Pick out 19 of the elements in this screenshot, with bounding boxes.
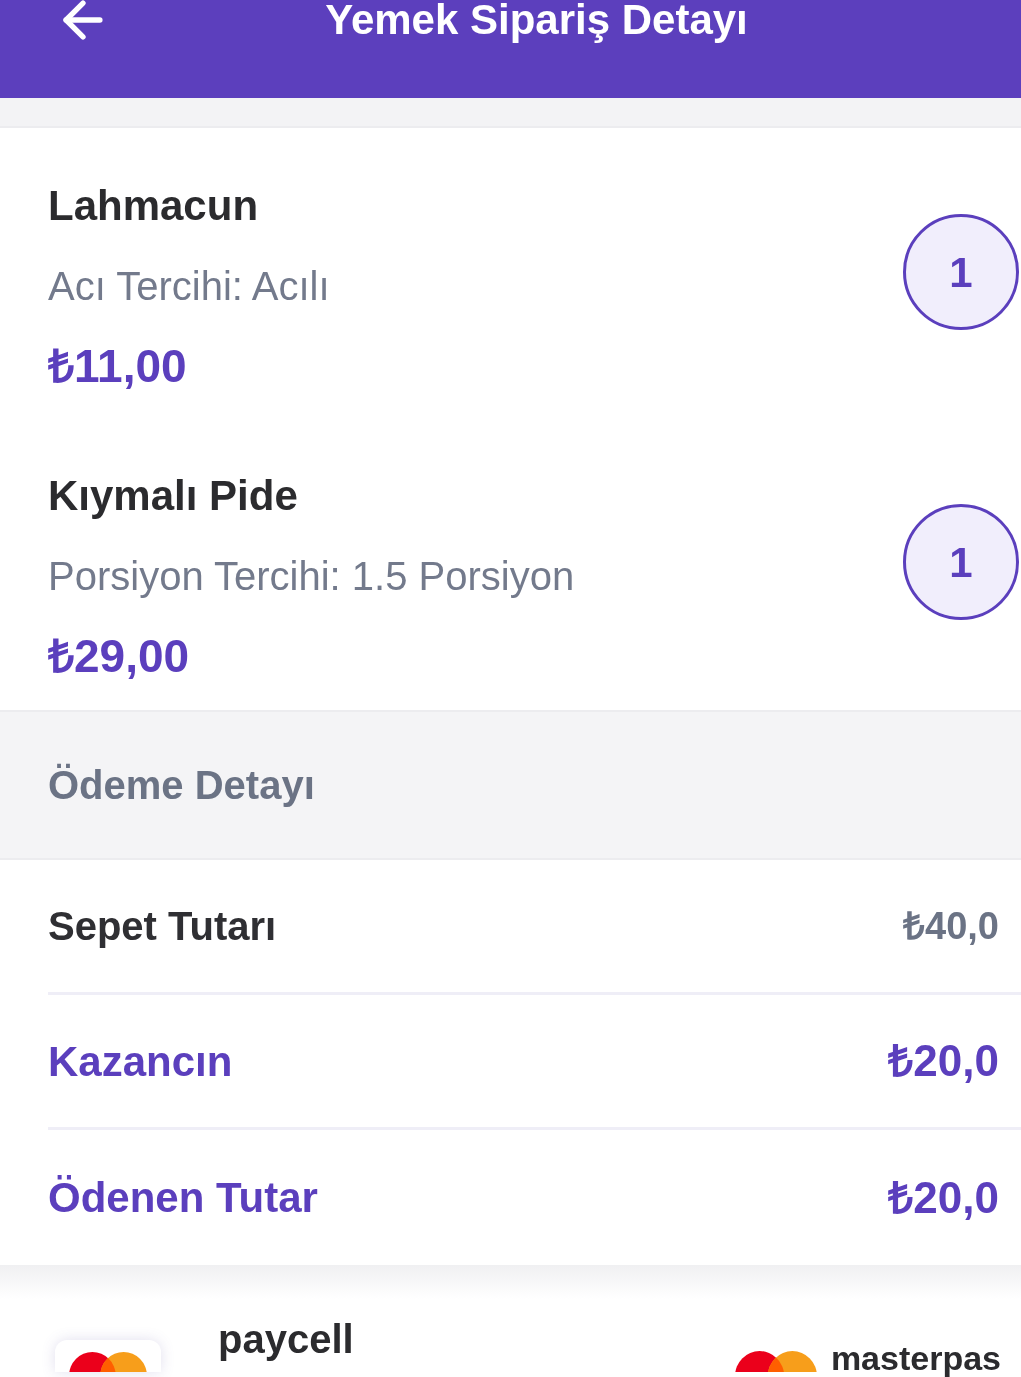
summary-label: Kazancın: [48, 1036, 233, 1087]
item-option: Acı Tercihi: Acılı: [48, 264, 330, 308]
quantity-indicator: 1: [903, 214, 1019, 330]
summary-amount: ₺20,0: [888, 1035, 999, 1087]
summary-label: Ödenen Tutar: [48, 1173, 318, 1223]
section-heading: Ödeme Detayı: [48, 762, 315, 809]
provider-name: masterpas: [830, 1341, 1002, 1375]
summary-amount: ₺20,0: [888, 1171, 999, 1224]
item-option: Porsiyon Tercihi: 1.5 Porsiyon: [48, 554, 575, 598]
item-price: ₺29,00: [48, 634, 191, 678]
item-name: Kıymalı Pide: [48, 474, 299, 518]
card-logo-icon: [55, 1340, 161, 1372]
quantity-indicator: 1: [903, 504, 1019, 620]
item-price: ₺11,00: [48, 344, 188, 388]
card-logo-icon: [734, 1351, 817, 1372]
item-name: Lahmacun: [48, 184, 260, 228]
summary-label: Sepet Tutarı: [48, 903, 277, 950]
payment-method-name: paycell: [218, 1317, 354, 1361]
summary-amount: ₺40,0: [903, 903, 999, 949]
